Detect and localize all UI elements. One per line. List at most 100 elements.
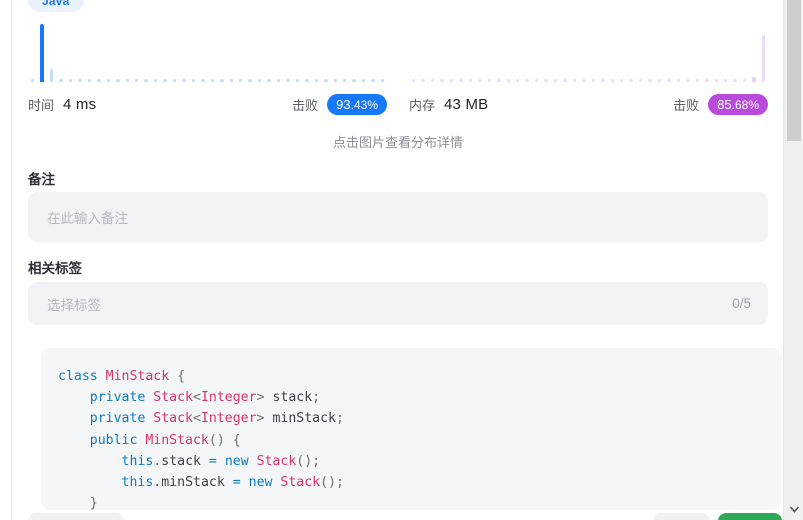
chart-bar — [163, 79, 167, 82]
page-left-gutter — [0, 0, 12, 520]
chart-bar — [267, 79, 271, 82]
runtime-caption: 时间 4 ms 击败 93.43% — [28, 93, 387, 115]
tags-select[interactable]: 选择标签 0/5 — [28, 282, 768, 325]
notes-input[interactable]: 在此输入备注 — [28, 192, 768, 242]
chart-bar — [371, 79, 375, 82]
chart-bar — [686, 79, 690, 82]
chart-bar — [201, 79, 205, 82]
chart-bar — [286, 79, 290, 82]
memory-chart-bars — [409, 20, 768, 82]
chart-bar — [125, 79, 129, 82]
memory-caption: 内存 43 MB 击败 85.68% — [409, 93, 768, 115]
chart-bar — [657, 79, 662, 82]
chart-bar — [153, 79, 158, 82]
chart-bar — [506, 79, 510, 82]
page-scrollbar[interactable] — [783, 0, 803, 520]
memory-beat-minor: .68% — [731, 97, 759, 112]
runtime-stat-block[interactable]: 时间 4 ms 击败 93.43% — [28, 20, 387, 115]
chart-bar — [478, 79, 482, 82]
chart-bar — [191, 79, 196, 82]
chart-bar — [629, 79, 633, 82]
chart-bar — [638, 79, 643, 82]
chart-bar — [610, 79, 614, 82]
chart-bar — [342, 79, 347, 82]
chart-bar — [497, 79, 501, 82]
chart-bar — [229, 79, 233, 82]
memory-beat-label: 击败 — [673, 97, 700, 113]
chart-hint-text[interactable]: 点击图片查看分布详情 — [28, 132, 768, 151]
chart-bar — [305, 79, 309, 82]
chart-bar — [742, 79, 747, 82]
runtime-beat-minor: .43% — [350, 97, 378, 112]
chart-bar — [380, 79, 385, 82]
chart-bar — [314, 79, 319, 82]
runtime-beat-major: 93 — [336, 96, 351, 112]
chart-bar — [220, 79, 224, 82]
runtime-beat-label: 击败 — [292, 97, 319, 113]
chart-bar — [238, 79, 243, 82]
chart-bar — [361, 79, 366, 82]
notes-placeholder: 在此输入备注 — [47, 211, 128, 226]
memory-value: 43 MB — [444, 95, 489, 113]
chart-bar — [97, 79, 101, 82]
tags-placeholder: 选择标签 — [47, 297, 101, 313]
chart-bar — [534, 79, 539, 82]
chart-bar — [144, 79, 148, 82]
chart-bar — [761, 35, 766, 82]
notes-label: 备注 — [28, 172, 55, 187]
chart-bar — [31, 79, 35, 82]
memory-distribution-chart[interactable] — [409, 20, 768, 82]
code-viewer[interactable]: class MinStack { private Stack<Integer> … — [41, 348, 781, 510]
chart-bar — [525, 79, 529, 82]
chart-bar — [582, 79, 586, 82]
chart-bar — [714, 79, 718, 82]
chart-bar — [449, 79, 454, 82]
chart-bar — [601, 79, 605, 82]
runtime-value: 4 ms — [63, 95, 97, 113]
chart-bar — [421, 79, 425, 82]
chart-bar — [563, 79, 567, 82]
chart-bar — [591, 79, 596, 82]
chart-bar — [324, 79, 328, 82]
chart-bar — [440, 79, 444, 82]
footer-left-button[interactable] — [28, 513, 124, 520]
chart-bar — [544, 79, 548, 82]
chart-bar — [40, 24, 44, 82]
tags-label: 相关标签 — [28, 261, 82, 276]
chart-bar — [667, 79, 671, 82]
chart-bar — [733, 79, 737, 82]
chevron-down-icon — [789, 505, 799, 513]
chart-bar — [468, 79, 473, 82]
chart-bar — [276, 79, 281, 82]
scrollbar-down-arrow[interactable] — [784, 498, 803, 520]
memory-beat-badge: 85.68% — [708, 93, 768, 115]
runtime-beat-badge: 93.43% — [327, 93, 387, 115]
chart-bar — [430, 79, 435, 82]
chart-bar — [257, 79, 262, 82]
memory-beat-major: 85 — [717, 96, 732, 112]
scrollbar-thumb[interactable] — [787, 0, 801, 141]
chart-bar — [87, 79, 92, 82]
chart-bar — [182, 79, 186, 82]
footer-secondary-button[interactable] — [653, 513, 710, 520]
chart-bar — [134, 79, 139, 82]
chart-bar — [333, 79, 337, 82]
chart-bar — [487, 79, 492, 82]
chart-bar — [78, 79, 82, 82]
code-content: class MinStack { private Stack<Integer> … — [58, 369, 344, 510]
chart-bar — [248, 79, 252, 82]
chart-bar — [572, 79, 577, 82]
chart-bar — [705, 79, 709, 82]
chart-bar — [49, 69, 54, 82]
chart-bar — [59, 79, 63, 82]
runtime-distribution-chart[interactable] — [28, 20, 387, 82]
memory-stat-block[interactable]: 内存 43 MB 击败 85.68% — [409, 20, 768, 115]
chart-bar — [695, 79, 700, 82]
runtime-chart-bars — [28, 20, 387, 82]
chart-bar — [619, 79, 624, 82]
runtime-label: 时间 — [28, 97, 55, 113]
chart-bar — [648, 79, 652, 82]
chart-bar — [676, 79, 681, 82]
footer-primary-button[interactable] — [718, 513, 782, 520]
chart-bar — [352, 79, 356, 82]
